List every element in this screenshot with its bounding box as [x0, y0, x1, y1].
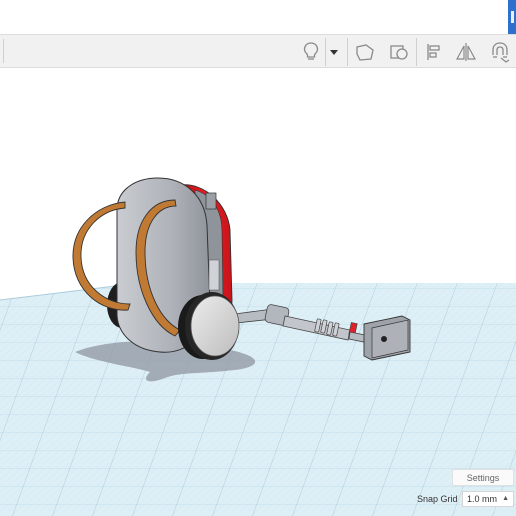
- tab-glyph-icon: [511, 11, 514, 23]
- note-button[interactable]: [351, 39, 379, 65]
- light-bulb-icon: [303, 42, 319, 60]
- 3d-viewport[interactable]: Settings Snap Grid 1.0 mm ▲: [0, 68, 516, 516]
- mirror-button[interactable]: [452, 39, 480, 65]
- workplane-scene[interactable]: [0, 68, 516, 516]
- snap-grid-label: Snap Grid: [417, 494, 458, 504]
- magnet-button[interactable]: [486, 39, 514, 65]
- light-bulb-button[interactable]: [297, 39, 325, 65]
- toolbar-divider: [347, 38, 348, 66]
- view-button[interactable]: [385, 39, 413, 65]
- share-tab[interactable]: [508, 0, 516, 34]
- magnet-icon: [492, 42, 510, 63]
- view-shape-icon: [390, 45, 408, 60]
- mirror-icon: [455, 43, 477, 61]
- snap-grid-select[interactable]: 1.0 mm ▲: [462, 491, 514, 507]
- top-bar: [0, 0, 516, 34]
- light-dropdown-button[interactable]: [323, 39, 345, 65]
- toolbar-divider: [3, 39, 4, 63]
- settings-button[interactable]: Settings: [452, 469, 514, 486]
- snap-grid-value: 1.0 mm: [467, 494, 498, 504]
- stepper-arrow-icon: ▲: [502, 495, 509, 502]
- toolbar: [0, 34, 516, 68]
- align-button[interactable]: [420, 39, 448, 65]
- toolbar-divider: [416, 38, 417, 66]
- dropdown-arrow-icon: [330, 50, 338, 55]
- align-icon: [427, 44, 440, 60]
- note-shape-icon: [356, 44, 374, 61]
